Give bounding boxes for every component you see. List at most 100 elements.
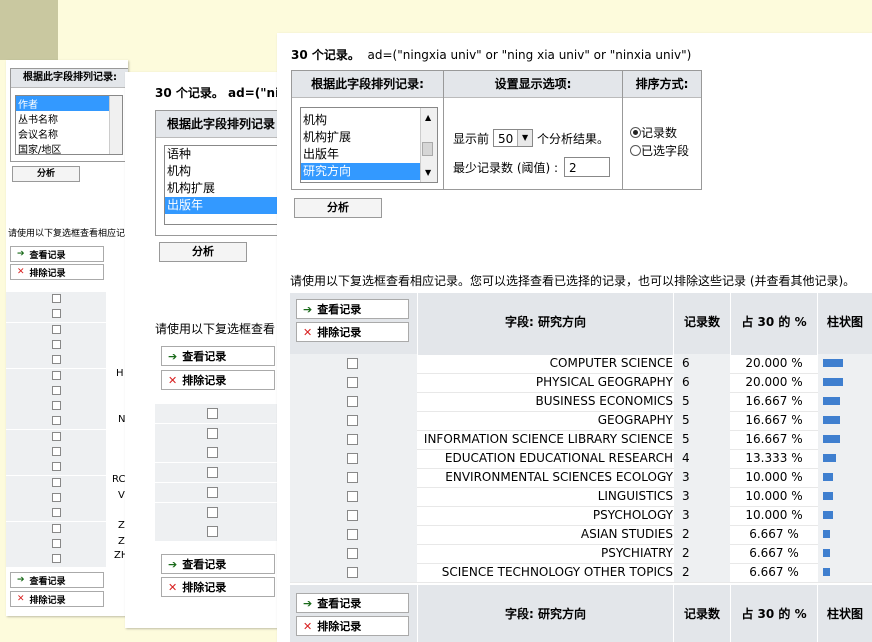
row-checkbox[interactable] — [207, 506, 218, 518]
row-checkbox[interactable] — [52, 294, 61, 303]
record-count: 30 个记录。 — [291, 48, 360, 62]
row-checkbox[interactable] — [52, 523, 61, 533]
row-checkbox[interactable] — [347, 396, 358, 407]
chevron-down-icon[interactable]: ▼ — [517, 130, 533, 146]
row-checkbox[interactable] — [52, 401, 61, 411]
show-count-select[interactable]: 50 ▼ — [493, 129, 534, 147]
row-checkbox[interactable] — [207, 408, 218, 419]
list-option[interactable]: 出版年 — [301, 146, 437, 163]
view-records-button-bottom[interactable]: ➔ 查看记录 — [296, 593, 409, 613]
percent-cell: 16.667 % — [745, 432, 803, 446]
list-option[interactable]: 出版年 — [165, 197, 280, 214]
row-checkbox[interactable] — [52, 462, 61, 472]
row-checkbox[interactable] — [207, 427, 218, 439]
list-option[interactable]: 国家/地区 — [16, 141, 122, 154]
list-option[interactable]: 作者 — [16, 96, 122, 111]
row-checkbox[interactable] — [347, 548, 358, 559]
scroll-down-icon[interactable]: ▼ — [423, 164, 431, 181]
row-checkbox[interactable] — [52, 385, 61, 395]
view-records-button[interactable]: ➔ 查看记录 — [161, 346, 275, 366]
row-checkbox[interactable] — [52, 508, 61, 518]
row-checkbox[interactable] — [207, 467, 218, 479]
row-checkbox[interactable] — [207, 486, 218, 498]
row-checkbox[interactable] — [347, 377, 358, 388]
row-checkbox[interactable] — [52, 477, 61, 487]
row-checkbox[interactable] — [347, 491, 358, 502]
list-option[interactable]: 机构扩展 — [301, 129, 437, 146]
row-checkbox[interactable] — [347, 472, 358, 483]
row-checkbox[interactable] — [52, 554, 61, 564]
row-checkbox[interactable] — [347, 434, 358, 445]
checkbox-cell — [290, 544, 417, 563]
view-records-button[interactable]: ➔ 查看记录 — [10, 246, 104, 262]
bar — [823, 454, 836, 462]
min-records-row: 最少记录数 (阈值) : 2 — [453, 157, 611, 177]
chart-cell — [818, 411, 872, 430]
bar — [823, 549, 830, 557]
sort-by-field-option[interactable]: 已选字段 — [630, 142, 689, 159]
peek-text: Z — [118, 536, 125, 547]
row-checkbox[interactable] — [52, 324, 61, 334]
percent-cell: 10.000 % — [745, 470, 803, 484]
list-option[interactable]: 语种 — [165, 146, 280, 163]
arrow-right-icon: ➔ — [17, 575, 25, 585]
listbox-scrollbar[interactable]: ▲ ▼ — [420, 108, 437, 182]
analyze-button[interactable]: 分析 — [159, 242, 247, 262]
list-option[interactable]: 丛书名称 — [16, 111, 122, 126]
row-checkbox[interactable] — [52, 431, 61, 441]
sort-field-listbox[interactable]: 语种 机构 机构扩展 出版年 — [164, 145, 280, 225]
listbox-scrollbar[interactable] — [109, 96, 122, 154]
count-cell: 3 — [674, 487, 730, 506]
analyze-button[interactable]: 分析 — [294, 198, 382, 218]
row-checkbox[interactable] — [52, 447, 61, 456]
row-checkbox[interactable] — [207, 447, 218, 459]
row-checkbox[interactable] — [52, 538, 61, 548]
row-checkbox[interactable] — [207, 526, 218, 538]
exclude-records-button[interactable]: ✕ 排除记录 — [10, 264, 104, 280]
table-row — [6, 429, 106, 446]
list-option[interactable]: 机构 — [165, 163, 280, 180]
exclude-records-button[interactable]: ✕ 排除记录 — [296, 322, 409, 342]
radio-unchecked[interactable] — [630, 145, 641, 156]
exclude-records-button-bottom[interactable]: ✕ 排除记录 — [296, 616, 409, 636]
list-option[interactable]: 机构扩展 — [165, 180, 280, 197]
row-checkbox[interactable] — [52, 339, 61, 349]
row-checkbox[interactable] — [347, 567, 358, 578]
sort-field-listbox[interactable]: 机构 机构扩展 出版年 研究方向 ▲ ▼ — [300, 107, 438, 183]
sort-field-header: 根据此字段排列记录: — [292, 71, 444, 98]
row-checkbox[interactable] — [52, 309, 61, 319]
sort-by-count-option[interactable]: 记录数 — [630, 124, 677, 141]
row-checkbox[interactable] — [347, 453, 358, 464]
exclude-records-button-bottom[interactable]: ✕ 排除记录 — [10, 591, 104, 607]
close-icon: ✕ — [168, 580, 178, 594]
row-checkbox[interactable] — [52, 416, 61, 426]
row-checkbox[interactable] — [52, 355, 61, 365]
checkbox-cell — [290, 449, 417, 468]
scroll-thumb[interactable] — [422, 142, 433, 156]
exclude-records-label: 排除记录 — [29, 268, 66, 279]
checkbox-cell — [290, 354, 417, 373]
row-checkbox[interactable] — [347, 529, 358, 540]
min-records-input[interactable]: 2 — [564, 157, 611, 177]
exclude-records-button-bottom[interactable]: ✕ 排除记录 — [161, 577, 275, 597]
sort-field-listbox[interactable]: 作者 丛书名称 会议名称 国家/地区 — [15, 95, 123, 155]
analyze-button[interactable]: 分析 — [12, 166, 80, 182]
header-percent: 占 30 的 % — [731, 585, 817, 642]
table-row — [6, 445, 106, 461]
view-records-button-bottom[interactable]: ➔ 查看记录 — [161, 554, 275, 574]
row-checkbox[interactable] — [347, 510, 358, 521]
list-option[interactable]: 机构 — [301, 112, 437, 129]
table-row — [6, 307, 106, 324]
radio-checked[interactable] — [630, 127, 641, 138]
row-checkbox[interactable] — [347, 358, 358, 369]
view-records-button[interactable]: ➔ 查看记录 — [296, 299, 409, 319]
table-row — [155, 423, 280, 444]
list-option[interactable]: 研究方向 — [301, 163, 423, 180]
row-checkbox[interactable] — [347, 415, 358, 426]
row-checkbox[interactable] — [52, 492, 61, 502]
view-records-button-bottom[interactable]: ➔ 查看记录 — [10, 572, 104, 588]
exclude-records-button[interactable]: ✕ 排除记录 — [161, 370, 275, 390]
list-option[interactable]: 会议名称 — [16, 126, 122, 141]
scroll-up-icon[interactable]: ▲ — [423, 109, 431, 126]
row-checkbox[interactable] — [52, 370, 61, 380]
